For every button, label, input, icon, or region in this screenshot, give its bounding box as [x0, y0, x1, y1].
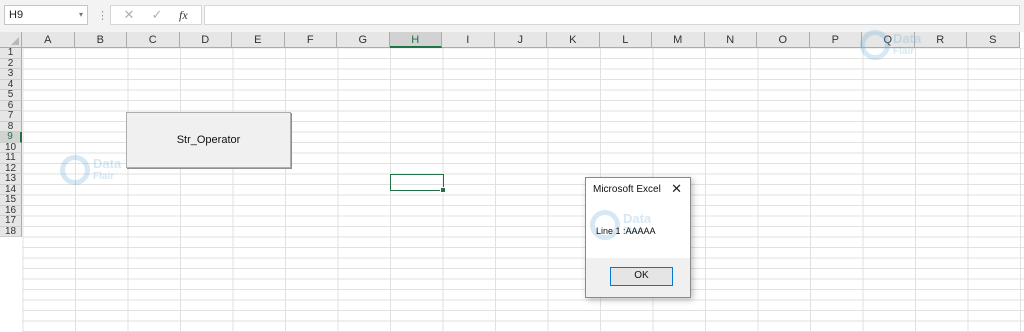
formula-bar: H9 ▾ ⋮ ✕ ✓ fx — [0, 0, 1024, 32]
row-header-18[interactable]: 18 — [0, 226, 22, 237]
column-header-i[interactable]: I — [442, 32, 495, 48]
column-header-p[interactable]: P — [809, 32, 862, 48]
row-header-1[interactable]: 1 — [0, 48, 22, 59]
column-header-r[interactable]: R — [914, 32, 967, 48]
column-header-j[interactable]: J — [494, 32, 547, 48]
column-header-c[interactable]: C — [127, 32, 180, 48]
watermark-text: Data — [893, 31, 922, 46]
message-box-dialog: Microsoft Excel ✕ Data Flair Line 1 :AAAA… — [585, 177, 691, 298]
formula-input[interactable] — [204, 5, 1020, 25]
watermark-text: Data — [623, 211, 652, 226]
column-header-a[interactable]: A — [22, 32, 75, 48]
column-header-s[interactable]: S — [967, 32, 1020, 48]
dataflair-logo-icon — [860, 30, 890, 60]
formula-buttons: ✕ ✓ fx — [110, 5, 202, 25]
column-header-h[interactable]: H — [389, 32, 442, 48]
row-header-9[interactable]: 9 — [0, 132, 22, 143]
row-header-11[interactable]: 11 — [0, 153, 22, 164]
column-header-g[interactable]: G — [337, 32, 390, 48]
dataflair-logo-icon — [60, 155, 90, 185]
check-icon[interactable]: ✓ — [147, 6, 167, 24]
name-box[interactable]: H9 ▾ — [4, 5, 88, 25]
watermark-text: Data — [93, 156, 122, 171]
ok-button[interactable]: OK — [610, 267, 673, 286]
column-header-o[interactable]: O — [757, 32, 810, 48]
column-header-b[interactable]: B — [74, 32, 127, 48]
insert-function-icon[interactable]: fx — [179, 6, 188, 24]
name-box-value: H9 — [9, 9, 24, 21]
cancel-icon[interactable]: ✕ — [119, 6, 139, 24]
active-cell[interactable] — [390, 174, 446, 193]
column-header-d[interactable]: D — [179, 32, 232, 48]
watermark-text: Flair — [893, 46, 915, 57]
row-header-7[interactable]: 7 — [0, 111, 22, 122]
row-header-5[interactable]: 5 — [0, 90, 22, 101]
column-header-e[interactable]: E — [232, 32, 285, 48]
column-header-n[interactable]: N — [704, 32, 757, 48]
worksheet-grid: ABCDEFGHIJKLMNOPQRS 1 2 3 4 5 6 7 8 9 10 11 12 13 14 1… — [0, 32, 1024, 332]
dialog-footer: OK — [586, 258, 690, 297]
column-header-l[interactable]: L — [599, 32, 652, 48]
dialog-title: Microsoft Excel — [593, 184, 661, 195]
watermark-text: Flair — [93, 171, 115, 182]
watermark-logo: Data Flair — [60, 155, 121, 185]
column-header-k[interactable]: K — [547, 32, 600, 48]
str-operator-button[interactable]: Str_Operator — [126, 112, 291, 168]
select-all-button[interactable] — [0, 32, 22, 48]
cell-area[interactable] — [22, 48, 1024, 332]
row-header-3[interactable]: 3 — [0, 69, 22, 80]
chevron-down-icon[interactable]: ▾ — [79, 6, 83, 24]
row-header-15[interactable]: 15 — [0, 195, 22, 206]
watermark-logo: Data Flair — [860, 30, 921, 60]
column-header-f[interactable]: F — [284, 32, 337, 48]
drag-handle-icon[interactable]: ⋮ — [97, 9, 108, 22]
dialog-message: Line 1 :AAAAA — [596, 226, 656, 236]
row-header-17[interactable]: 17 — [0, 216, 22, 227]
column-header-m[interactable]: M — [652, 32, 705, 48]
close-icon[interactable]: ✕ — [671, 181, 682, 197]
row-header-13[interactable]: 13 — [0, 174, 22, 185]
